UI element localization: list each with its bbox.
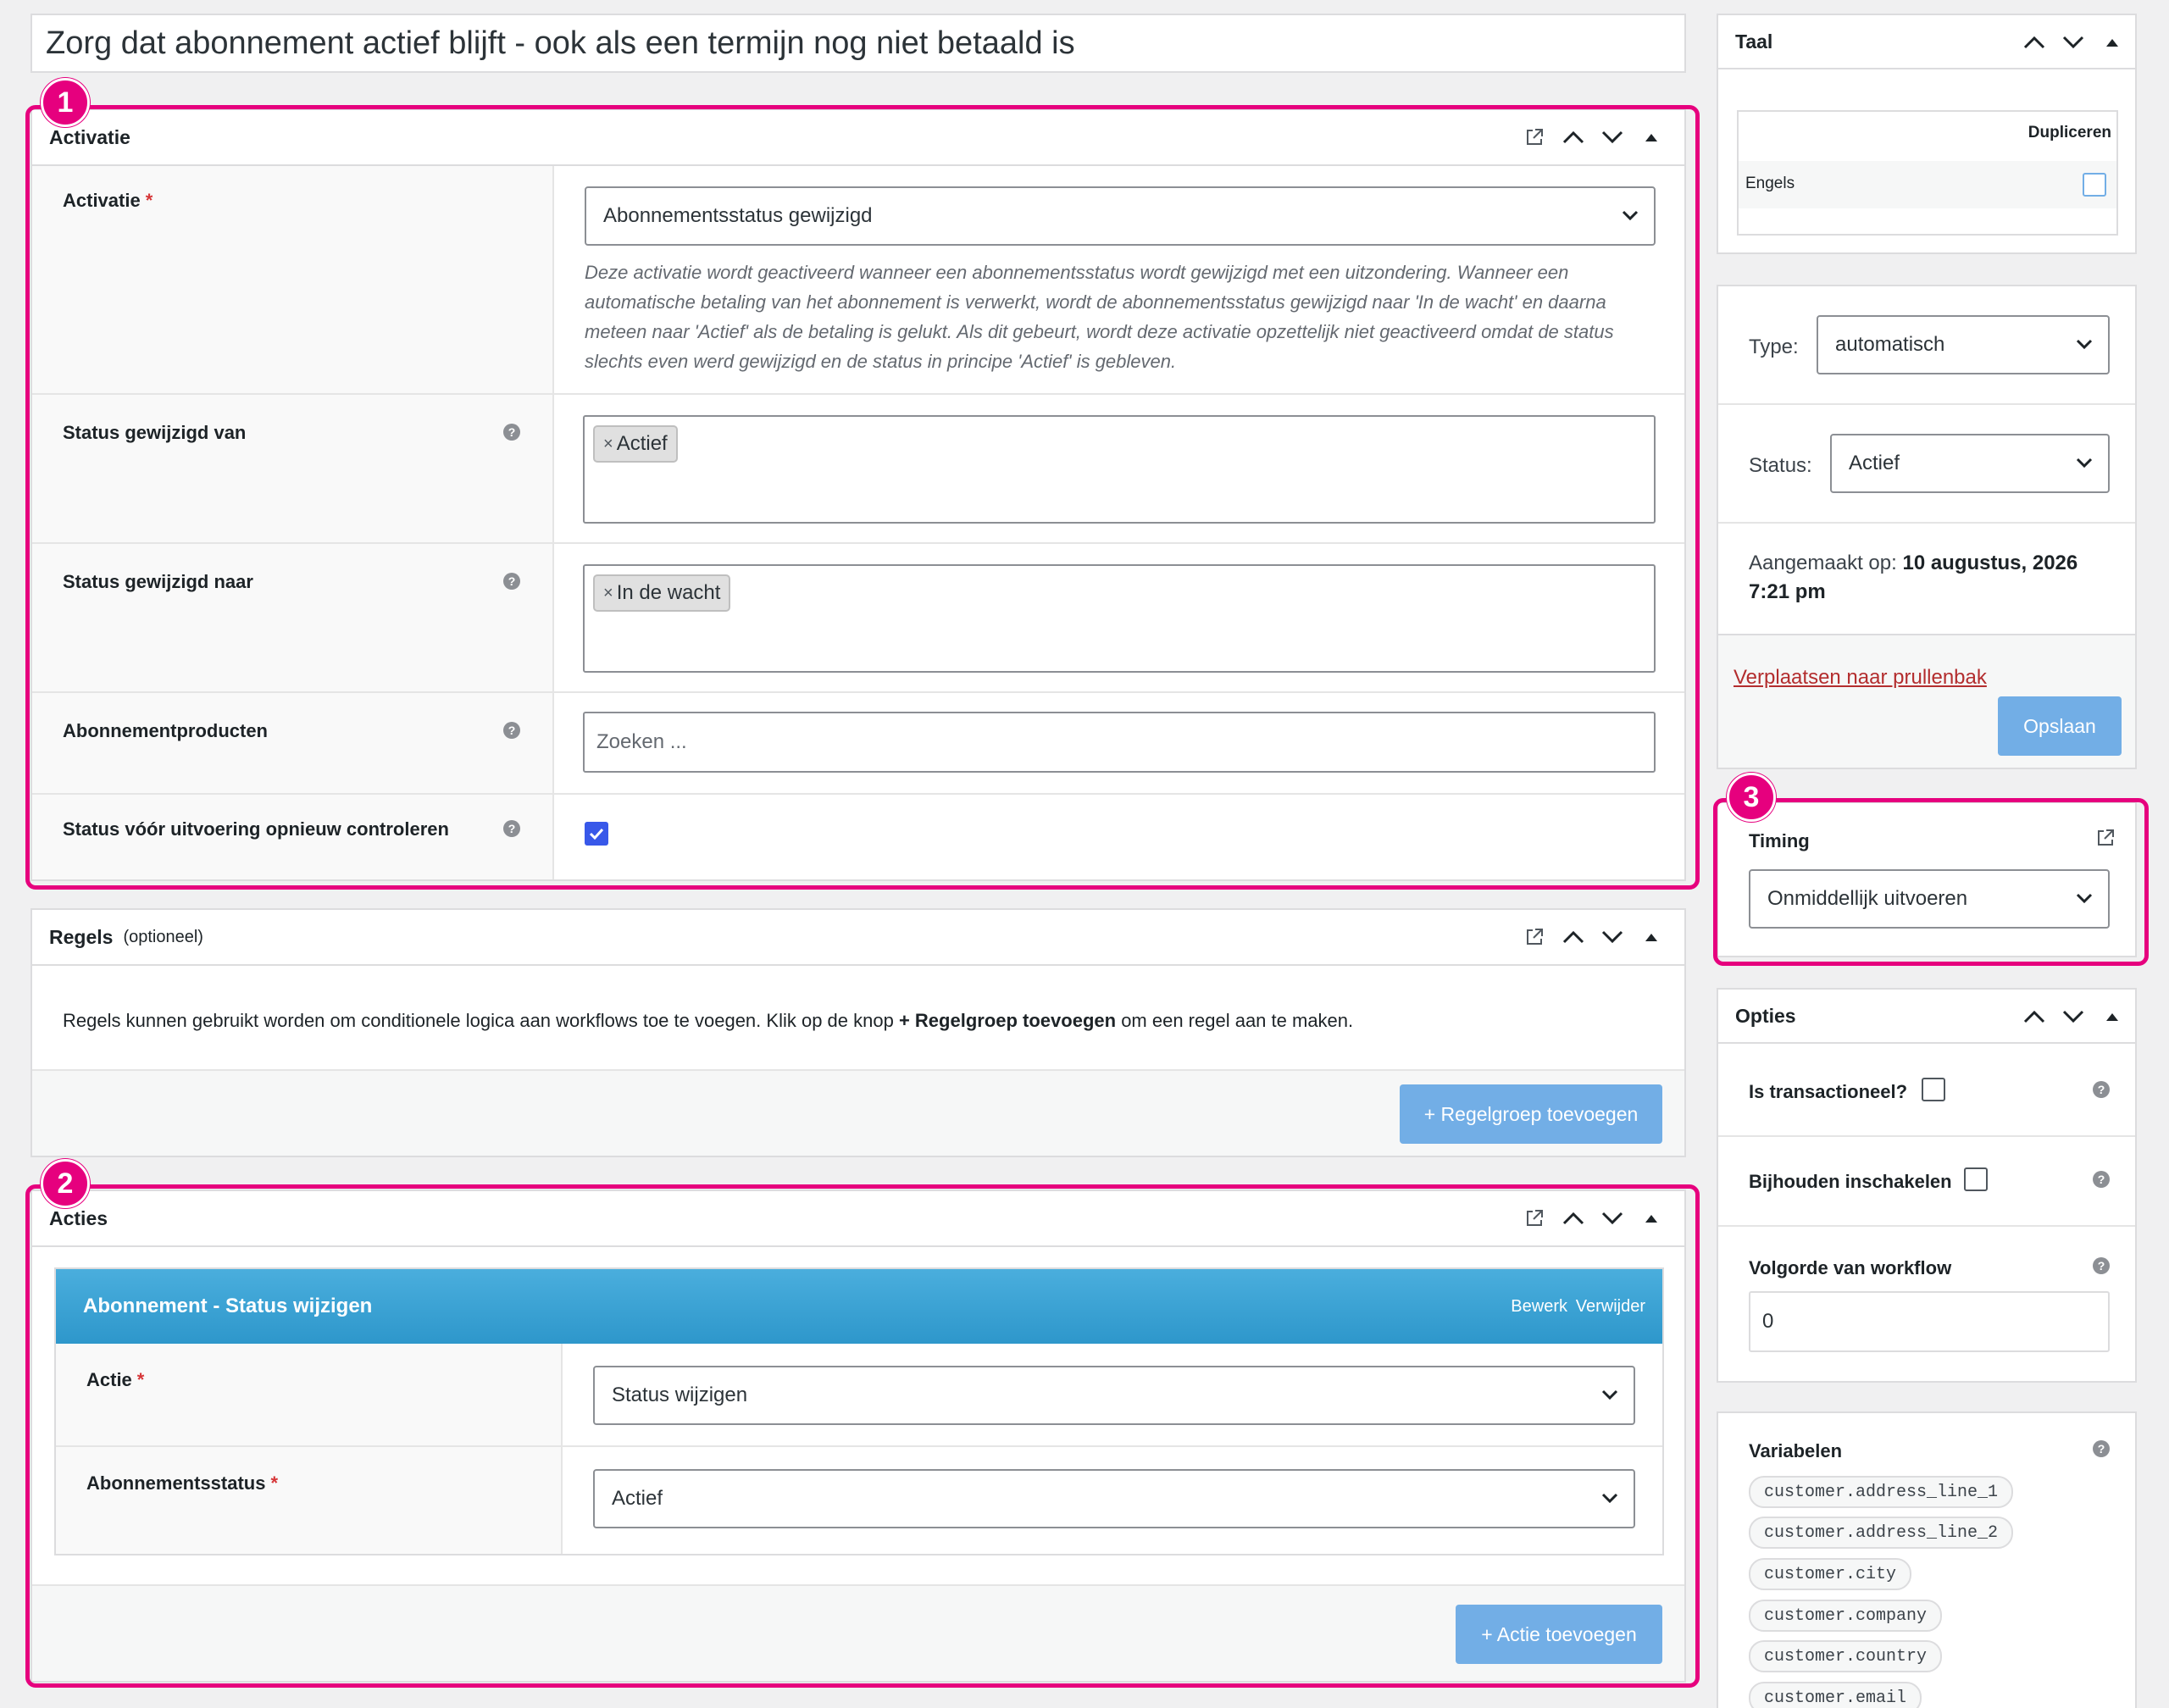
workflow-order-label: Volgorde van workflow xyxy=(1749,1257,1952,1278)
transactional-checkbox[interactable] xyxy=(1922,1078,1945,1101)
workflow-order-input[interactable]: 0 xyxy=(1749,1291,2110,1352)
transactional-row: Is transactioneel? ? xyxy=(1718,1045,2135,1137)
workflow-order-row: Volgorde van workflow ? 0 xyxy=(1718,1227,2135,1381)
options-panel: Opties Is transactioneel? ? Bijhouden in… xyxy=(1717,988,2137,1383)
created-info: Aangemaakt op: 10 augustus, 2026 7:21 pm xyxy=(1749,549,2105,607)
language-panel-title: Taal xyxy=(1735,30,1773,53)
collapse-toggle-icon[interactable] xyxy=(2093,23,2132,62)
rules-footer: + Regelgroep toevoegen xyxy=(32,1069,1684,1156)
rules-panel-header: Regels (optioneel) xyxy=(32,910,1684,966)
move-up-icon[interactable] xyxy=(2015,997,2054,1036)
language-english: Engels xyxy=(1745,175,1795,192)
external-link-icon[interactable] xyxy=(1515,918,1554,957)
type-select[interactable]: automatisch xyxy=(1817,315,2110,374)
status-value: Actief xyxy=(1849,452,1900,474)
variable-tag[interactable]: customer.city xyxy=(1749,1558,1912,1590)
highlight-frame-1 xyxy=(25,105,1700,890)
options-panel-controls xyxy=(2015,990,2132,1044)
duplicate-english-checkbox[interactable] xyxy=(2083,173,2106,197)
workflow-title-text: Zorg dat abonnement actief blijft - ook … xyxy=(46,25,1075,61)
type-value: automatisch xyxy=(1835,333,1945,356)
tracking-checkbox[interactable] xyxy=(1964,1167,1988,1191)
help-icon[interactable]: ? xyxy=(2093,1440,2110,1457)
rules-optional-note: (optioneel) xyxy=(123,927,203,946)
language-panel-controls xyxy=(2015,15,2132,69)
variables-title: Variabelen xyxy=(1749,1440,1843,1461)
move-up-icon[interactable] xyxy=(1554,918,1593,957)
highlight-frame-3 xyxy=(1713,798,2149,966)
variables-panel: Variabelen ? customer.address_line_1 cus… xyxy=(1717,1411,2137,1708)
rules-panel-title: Regels xyxy=(49,925,114,948)
help-icon[interactable]: ? xyxy=(2093,1081,2110,1098)
transactional-label: Is transactioneel? xyxy=(1749,1081,1908,1102)
publish-panel: Type: automatisch Status: Actief Aangema… xyxy=(1717,285,2137,769)
help-icon[interactable]: ? xyxy=(2093,1171,2110,1188)
created-row: Aangemaakt op: 10 augustus, 2026 7:21 pm xyxy=(1718,524,2135,634)
status-row: Status: Actief xyxy=(1718,405,2135,524)
help-icon[interactable]: ? xyxy=(2093,1257,2110,1274)
move-down-icon[interactable] xyxy=(1593,918,1632,957)
workflow-title-input[interactable]: Zorg dat abonnement actief blijft - ook … xyxy=(31,14,1686,73)
rules-panel-controls xyxy=(1515,910,1671,964)
move-to-trash-link[interactable]: Verplaatsen naar prullenbak xyxy=(1734,666,1987,690)
step-badge-3: 3 xyxy=(1727,773,1776,822)
move-down-icon[interactable] xyxy=(2054,997,2093,1036)
language-panel: Taal Dupliceren Engels xyxy=(1717,14,2137,254)
step-badge-1: 1 xyxy=(41,78,90,127)
rules-panel: Regels (optioneel) Regels kunnen gebruik… xyxy=(31,908,1686,1157)
language-table: Dupliceren Engels xyxy=(1737,110,2118,236)
tracking-row: Bijhouden inschakelen ? xyxy=(1718,1137,2135,1227)
created-label: Aangemaakt op: xyxy=(1749,552,1897,574)
variable-tag[interactable]: customer.email xyxy=(1749,1682,1922,1708)
move-down-icon[interactable] xyxy=(2054,23,2093,62)
save-button[interactable]: Opslaan xyxy=(1998,696,2122,756)
variable-tag[interactable]: customer.address_line_1 xyxy=(1749,1476,2014,1508)
move-up-icon[interactable] xyxy=(2015,23,2054,62)
publish-actions: Verplaatsen naar prullenbak Opslaan xyxy=(1718,634,2135,768)
status-label: Status: xyxy=(1749,454,1812,477)
highlight-frame-2 xyxy=(25,1184,1700,1688)
created-time: 7:21 pm xyxy=(1749,580,1826,603)
options-panel-title: Opties xyxy=(1735,1004,1796,1027)
duplicate-column-header: Dupliceren xyxy=(2028,124,2111,141)
type-row: Type: automatisch xyxy=(1718,286,2135,405)
variable-tag[interactable]: customer.company xyxy=(1749,1600,1943,1632)
add-rule-group-button[interactable]: + Regelgroep toevoegen xyxy=(1400,1084,1662,1144)
collapse-toggle-icon[interactable] xyxy=(1632,918,1671,957)
step-badge-2: 2 xyxy=(41,1159,90,1208)
chevron-down-icon xyxy=(2076,339,2093,350)
variable-tag[interactable]: customer.address_line_2 xyxy=(1749,1517,2014,1549)
status-select[interactable]: Actief xyxy=(1830,434,2110,493)
created-date: 10 augustus, 2026 xyxy=(1902,552,2078,574)
workflow-order-value: 0 xyxy=(1762,1310,1774,1333)
tracking-label: Bijhouden inschakelen xyxy=(1749,1171,1952,1192)
variable-tag[interactable]: customer.country xyxy=(1749,1640,1943,1672)
collapse-toggle-icon[interactable] xyxy=(2093,997,2132,1036)
rules-description: Regels kunnen gebruikt worden om conditi… xyxy=(63,1010,1354,1031)
type-label: Type: xyxy=(1749,336,1799,358)
chevron-down-icon xyxy=(2076,458,2093,469)
